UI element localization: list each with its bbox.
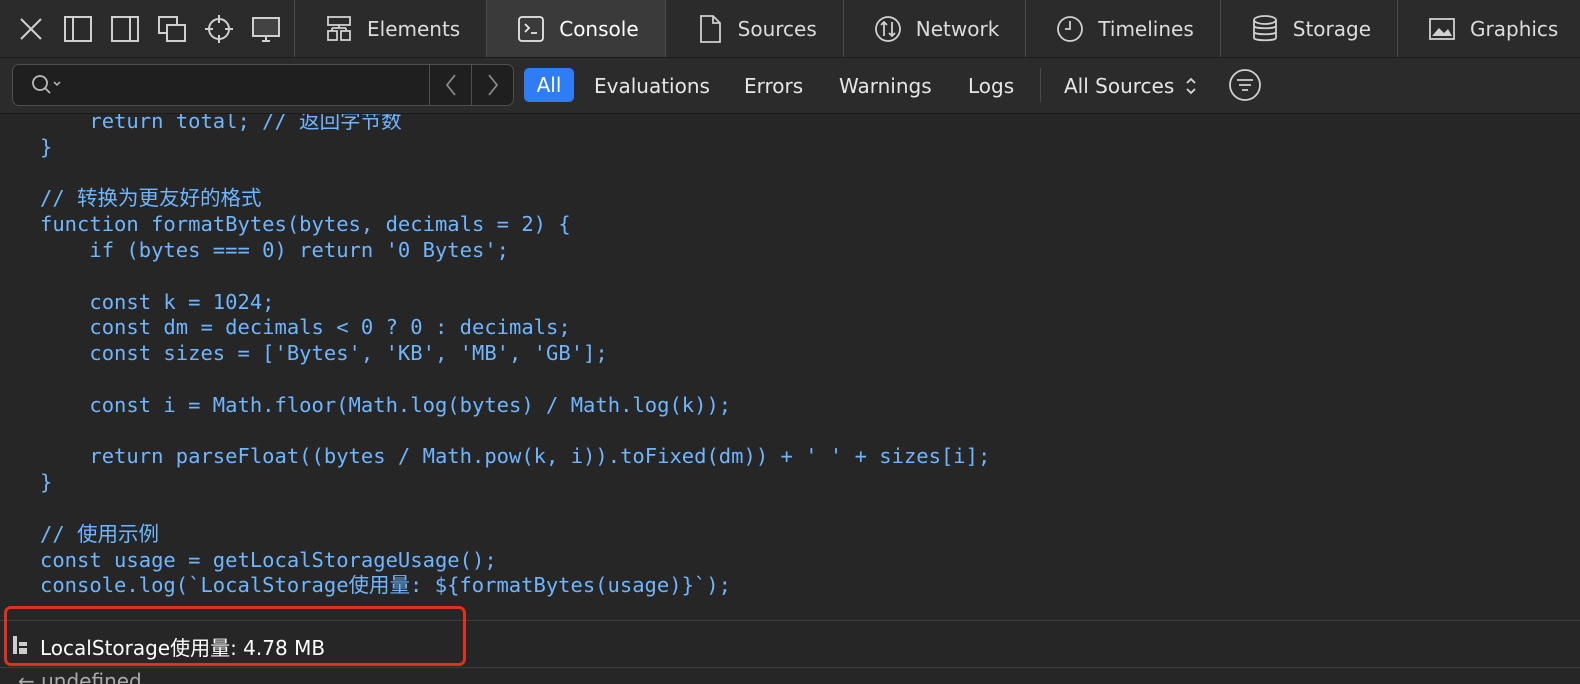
code-line: const sizes = ['Bytes', 'KB', 'MB', 'GB'… <box>40 341 608 366</box>
tab-graphics-label: Graphics <box>1470 16 1559 41</box>
filter-options-icon[interactable] <box>1228 68 1262 102</box>
dock-left-icon[interactable] <box>59 10 97 48</box>
tab-sources-label: Sources <box>737 16 817 41</box>
tab-console[interactable]: Console <box>487 0 666 57</box>
tab-timelines-label: Timelines <box>1098 16 1194 41</box>
code-line: return parseFloat((bytes / Math.pow(k, i… <box>40 444 991 469</box>
code-block: return total; // 返回字节数} // 转换为更友好的格式 funct… <box>40 114 990 599</box>
network-icon <box>874 15 901 42</box>
code-line: // 转换为更友好的格式 <box>40 186 262 211</box>
code-line: // 使用示例 <box>40 521 160 546</box>
sources-select[interactable]: All Sources <box>1064 70 1198 102</box>
tab-network[interactable]: Network <box>844 0 1027 57</box>
code-line: const usage = getLocalStorageUsage(); <box>40 547 497 572</box>
code-line: function formatBytes(bytes, decimals = 2… <box>40 212 571 237</box>
storage-icon <box>1252 14 1277 41</box>
chevron-right-icon <box>487 74 498 96</box>
highlight-annotation <box>4 606 466 666</box>
elements-icon <box>327 15 351 41</box>
prompt-separator <box>0 667 1580 668</box>
tab-storage-label: Storage <box>1292 16 1372 41</box>
code-line: } <box>40 470 53 495</box>
close-icon[interactable] <box>12 10 50 48</box>
dock-right-icon[interactable] <box>106 10 144 48</box>
code-line: const k = 1024; <box>40 289 275 314</box>
search-next-button[interactable] <box>471 65 513 105</box>
code-line: const i = Math.floor(Math.log(bytes) / M… <box>40 392 732 417</box>
filter-divider <box>1040 68 1041 102</box>
search-icon[interactable] <box>29 70 69 100</box>
console-icon <box>518 15 545 42</box>
graphics-icon <box>1429 17 1455 40</box>
tab-network-label: Network <box>915 16 1000 41</box>
devtools-tab-bar: Elements Console Sources Network Timelin… <box>0 0 1580 58</box>
filter-errors-button[interactable]: Errors <box>744 70 803 102</box>
console-search-box <box>12 64 514 106</box>
chevron-left-icon <box>445 74 456 96</box>
code-line: if (bytes === 0) return '0 Bytes'; <box>40 237 509 262</box>
tab-graphics[interactable]: Graphics <box>1398 0 1580 57</box>
detach-window-icon[interactable] <box>153 10 191 48</box>
filter-evaluations-button[interactable]: Evaluations <box>594 70 710 102</box>
tab-elements-label: Elements <box>367 16 461 41</box>
sources-icon <box>699 14 721 43</box>
sources-select-label: All Sources <box>1064 74 1175 98</box>
code-line: } <box>40 134 53 159</box>
timelines-icon <box>1057 15 1084 42</box>
filter-logs-button[interactable]: Logs <box>968 70 1014 102</box>
search-input[interactable] <box>69 65 429 105</box>
device-icon[interactable] <box>247 10 285 48</box>
tab-storage[interactable]: Storage <box>1221 0 1399 57</box>
tab-sources[interactable]: Sources <box>666 0 844 57</box>
search-previous-button[interactable] <box>429 65 471 105</box>
console-output[interactable]: return total; // 返回字节数} // 转换为更友好的格式 funct… <box>0 114 1580 684</box>
chevron-up-down-icon <box>1186 77 1196 95</box>
tab-timelines[interactable]: Timelines <box>1026 0 1221 57</box>
code-line: console.log(`LocalStorage使用量: ${formatBy… <box>40 573 731 598</box>
tab-console-label: Console <box>559 16 639 41</box>
code-line: return total; // 返回字节数 <box>40 114 402 133</box>
code-line: const dm = decimals < 0 ? 0 : decimals; <box>40 315 571 340</box>
tab-elements[interactable]: Elements <box>295 0 488 57</box>
inspect-target-icon[interactable] <box>200 10 238 48</box>
filter-all-button[interactable]: All <box>524 68 574 102</box>
filter-warnings-button[interactable]: Warnings <box>839 70 932 102</box>
evaluation-result: ← undefined <box>18 669 142 684</box>
window-controls <box>0 0 295 57</box>
